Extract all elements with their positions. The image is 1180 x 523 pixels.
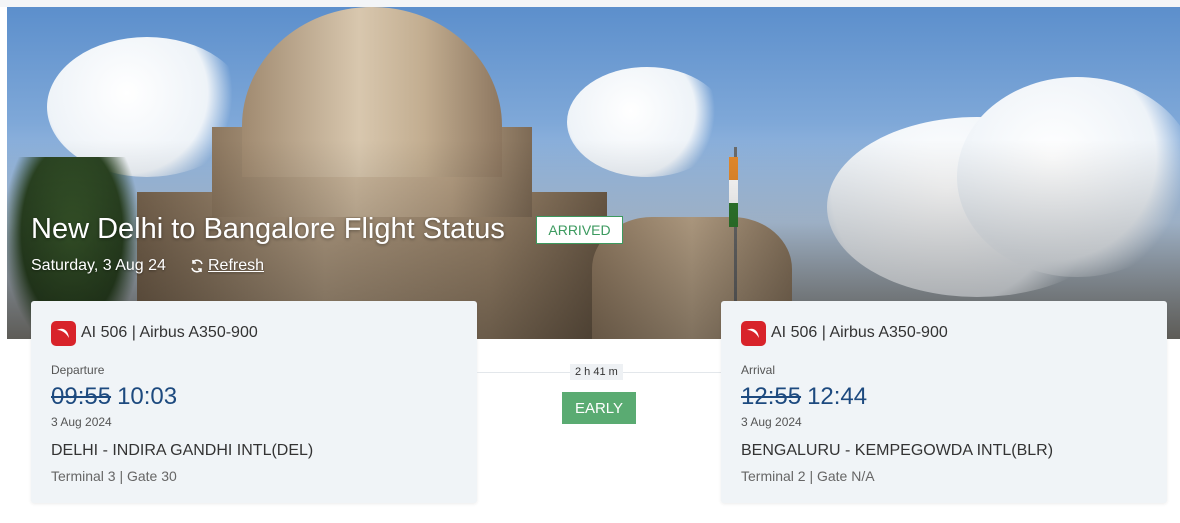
arrival-airport: BENGALURU - KEMPEGOWDA INTL(BLR) [741,442,1054,459]
arrival-terminal-gate: Terminal 2 | Gate N/A [741,468,875,484]
top-strip [0,0,1180,7]
flight-duration: 2 h 41 m [570,364,623,380]
page-title: New Delhi to Bangalore Flight Status [31,213,505,245]
actual-time: 12:44 [807,383,868,410]
scheduled-time: 09:55 [51,383,112,410]
arrival-date: 3 Aug 2024 [741,415,802,429]
departure-date: 3 Aug 2024 [51,415,112,429]
flight-info: AI 506 | Airbus A350-900 [771,324,948,342]
flight-date: Saturday, 3 Aug 24 [31,257,166,274]
flight-number: AI 506 [81,324,128,341]
departure-airport: DELHI - INDIRA GANDHI INTL(DEL) [51,442,314,459]
departure-times: 09:55 10:03 [51,383,177,411]
hero-banner-image [7,7,1180,339]
flight-info: AI 506 | Airbus A350-900 [81,324,258,342]
actual-time: 10:03 [117,383,178,410]
arrival-times: 12:55 12:44 [741,383,867,411]
arrival-card: AI 506 | Airbus A350-900 Arrival 12:55 12… [721,301,1167,503]
refresh-label: Refresh [208,257,265,274]
aircraft-type: | Airbus A350-900 [821,324,948,341]
timing-status-badge: EARLY [562,392,636,424]
arrival-label: Arrival [741,363,776,377]
scheduled-time: 12:55 [741,383,802,410]
flight-number: AI 506 [771,324,818,341]
refresh-icon [191,259,203,273]
departure-terminal-gate: Terminal 3 | Gate 30 [51,468,177,484]
air-india-logo [741,321,766,346]
flight-status-badge: ARRIVED [536,216,623,244]
departure-label: Departure [51,363,105,377]
air-india-logo [51,321,76,346]
aircraft-type: | Airbus A350-900 [131,324,258,341]
refresh-link[interactable]: Refresh [189,257,264,275]
departure-card: AI 506 | Airbus A350-900 Departure 09:55… [31,301,477,503]
